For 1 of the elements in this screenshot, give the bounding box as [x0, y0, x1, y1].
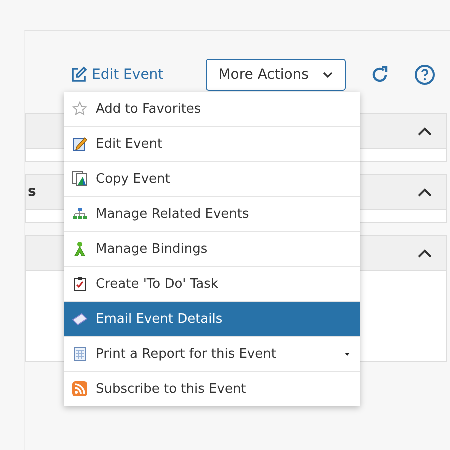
section-title: s [28, 184, 36, 200]
